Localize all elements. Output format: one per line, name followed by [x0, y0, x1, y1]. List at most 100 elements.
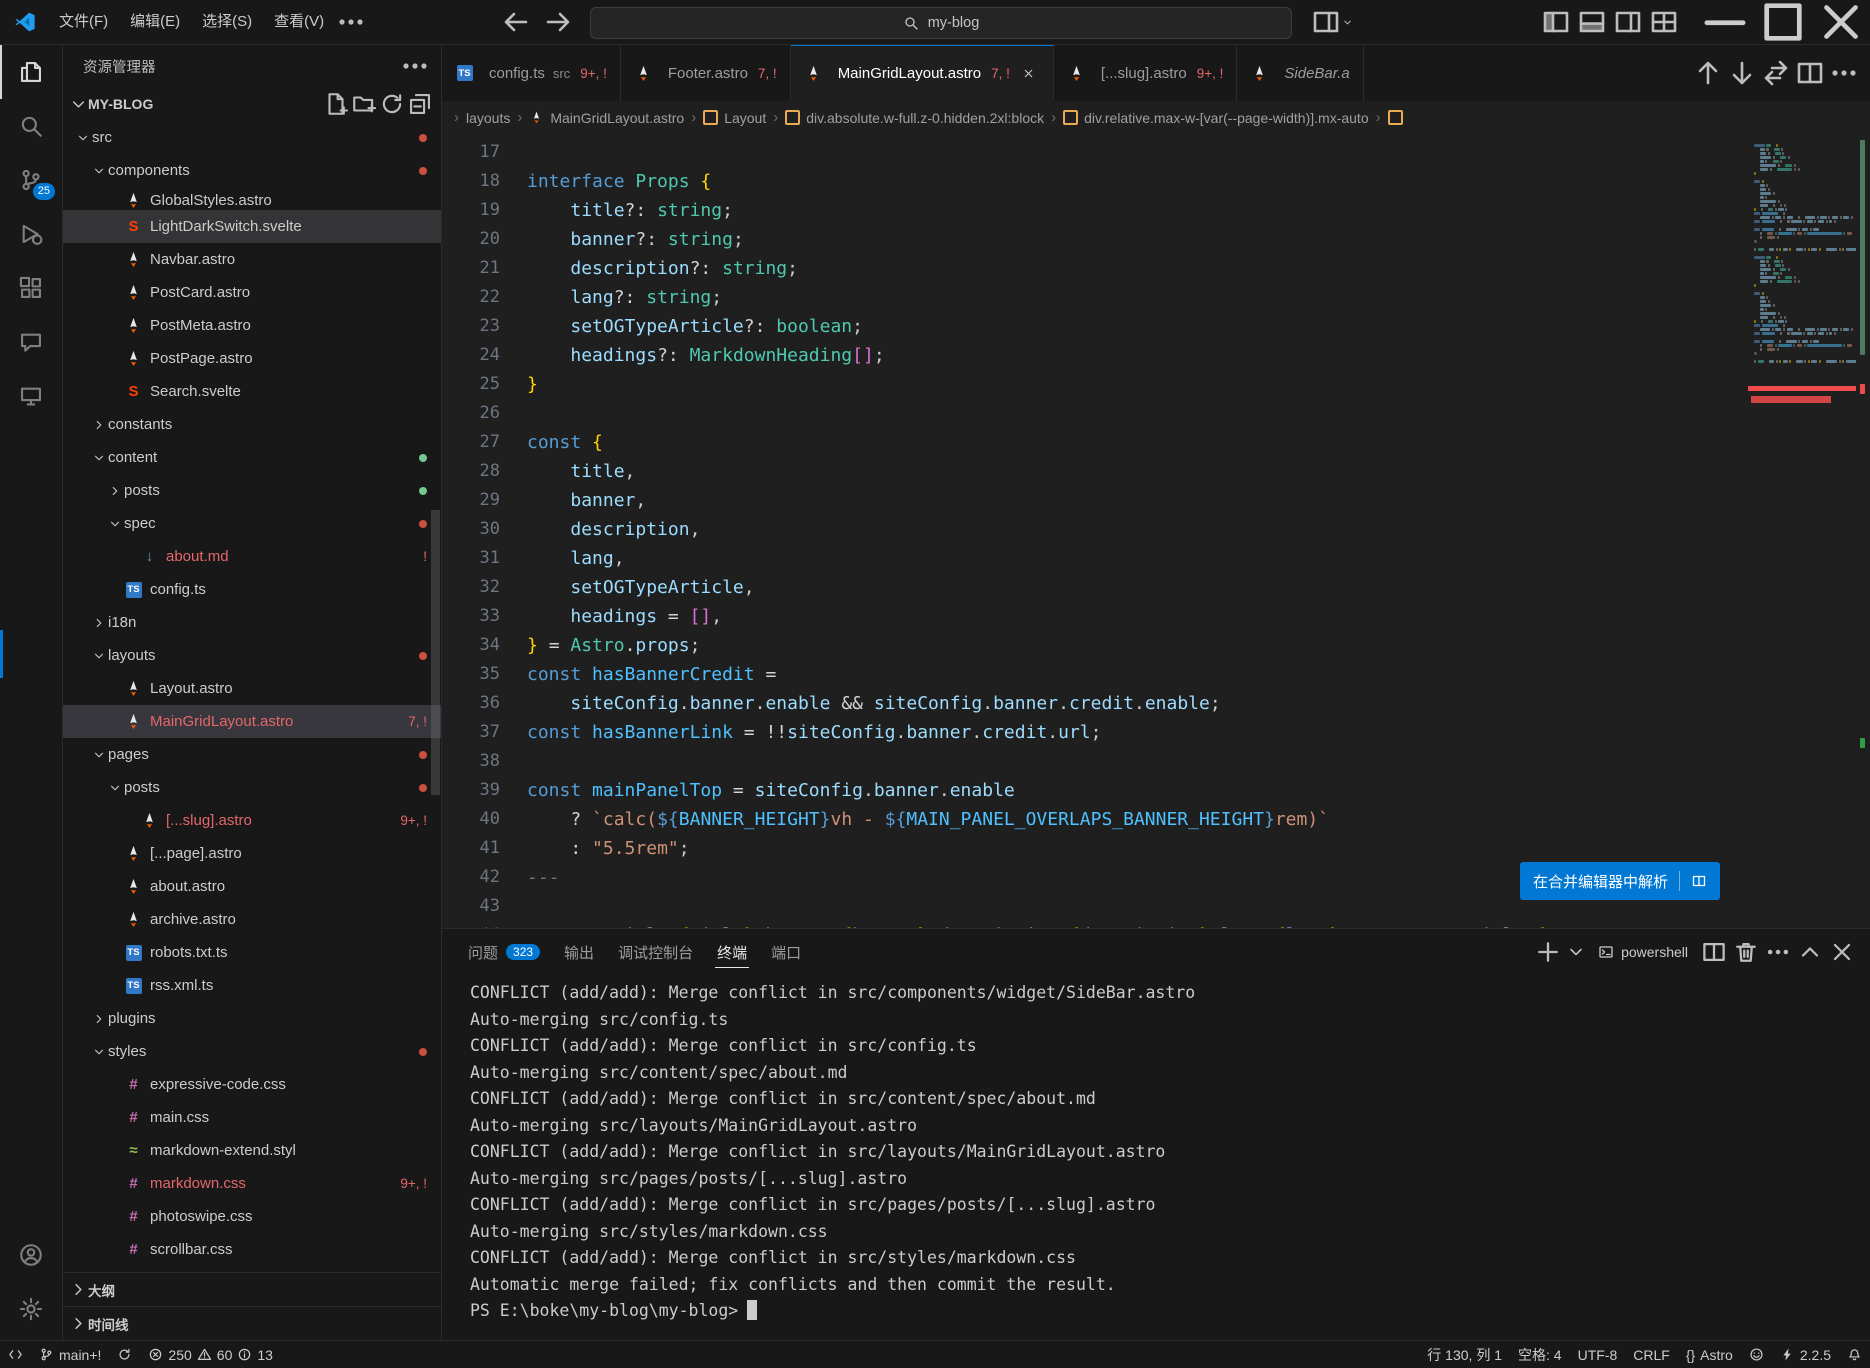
sidebar-scrollbar[interactable]	[431, 510, 440, 795]
tree-item-maingridlayout-astro[interactable]: MainGridLayout.astro7, !	[63, 705, 441, 738]
tree-item-main-css[interactable]: #main.css	[63, 1101, 441, 1134]
resolve-in-merge-editor-button[interactable]: 在合并编辑器中解析	[1520, 862, 1720, 900]
cursor-position-item[interactable]: 行 130, 列 1	[1419, 1341, 1510, 1368]
back-button[interactable]	[500, 7, 532, 37]
timeline-section[interactable]: 时间线	[63, 1306, 441, 1340]
menu-item-0[interactable]: 文件(F)	[48, 7, 119, 37]
menu-overflow-button[interactable]	[335, 7, 367, 37]
editor-more-actions-button[interactable]	[1828, 58, 1860, 88]
new-file-button[interactable]	[323, 91, 349, 117]
tree-item-spec[interactable]: spec	[63, 507, 441, 540]
activitybar-chat[interactable]	[0, 315, 62, 369]
problems-item[interactable]: 250 60 13	[140, 1341, 281, 1368]
tree-item-photoswipe-css[interactable]: #photoswipe.css	[63, 1200, 441, 1233]
tree-item-markdown-css[interactable]: #markdown.css9+, !	[63, 1167, 441, 1200]
maximize-panel-button[interactable]	[1796, 938, 1824, 966]
tree-item-rss-xml-ts[interactable]: TSrss.xml.ts	[63, 969, 441, 1002]
collapse-folders-button[interactable]	[407, 91, 433, 117]
panel-tab-3[interactable]: 终端	[705, 929, 759, 975]
close-window-button[interactable]	[1812, 0, 1870, 44]
new-window-dropdown[interactable]	[1310, 7, 1353, 37]
kill-terminal-button[interactable]	[1732, 938, 1760, 966]
toggle-secondary-sidebar-button[interactable]	[1612, 7, 1644, 37]
activitybar-remote-explorer[interactable]	[0, 369, 62, 423]
tree-item-markdown-extend-styl[interactable]: ≈markdown-extend.styl	[63, 1134, 441, 1167]
tree-item-content[interactable]: content	[63, 441, 441, 474]
tree-item-page-astro[interactable]: [...page].astro	[63, 837, 441, 870]
tree-item-postmeta-astro[interactable]: PostMeta.astro	[63, 309, 441, 342]
panel-tab-2[interactable]: 调试控制台	[606, 929, 705, 975]
sidebar-more-actions-button[interactable]	[399, 51, 431, 81]
new-folder-button[interactable]	[351, 91, 377, 117]
tree-item-i18n[interactable]: i18n	[63, 606, 441, 639]
activitybar-settings[interactable]	[0, 1282, 62, 1336]
terminal-profile[interactable]: powershell	[1590, 944, 1696, 960]
menu-item-3[interactable]: 查看(V)	[263, 7, 335, 37]
forward-button[interactable]	[542, 7, 574, 37]
maximize-button[interactable]	[1754, 0, 1812, 44]
editor-tab-maingridlayout-astro[interactable]: MainGridLayout.astro7, !	[791, 45, 1054, 101]
activitybar-explorer[interactable]	[0, 45, 62, 99]
activitybar-search[interactable]	[0, 99, 62, 153]
breadcrumb-item[interactable]: div.relative.max-w-[var(--page-width)].m…	[1063, 110, 1368, 126]
tree-item-plugins[interactable]: plugins	[63, 1002, 441, 1035]
tree-item-components[interactable]: components	[63, 154, 441, 187]
split-editor-button[interactable]	[1794, 58, 1826, 88]
encoding-item[interactable]: UTF-8	[1570, 1341, 1626, 1368]
activitybar-run-debug[interactable]	[0, 207, 62, 261]
eol-item[interactable]: CRLF	[1625, 1341, 1678, 1368]
panel-tab-0[interactable]: 问题323	[456, 929, 552, 975]
tree-item-archive-astro[interactable]: archive.astro	[63, 903, 441, 936]
activitybar-source-control[interactable]: 25	[0, 153, 62, 207]
tree-item-layout-astro[interactable]: Layout.astro	[63, 672, 441, 705]
tree-item-globalstyles-astro[interactable]: GlobalStyles.astro	[63, 187, 441, 210]
outline-section[interactable]: 大纲	[63, 1272, 441, 1306]
new-terminal-button[interactable]	[1534, 938, 1562, 966]
extension-version-item[interactable]: 2.2.5	[1772, 1341, 1839, 1368]
minimap[interactable]	[1748, 134, 1856, 928]
breadcrumb-item[interactable]: Layout	[703, 110, 766, 126]
remote-indicator[interactable]	[0, 1341, 31, 1368]
close-tab-button[interactable]	[1018, 62, 1040, 84]
tree-item-expressive-code-css[interactable]: #expressive-code.css	[63, 1068, 441, 1101]
terminal-output[interactable]: CONFLICT (add/add): Merge conflict in sr…	[442, 975, 1870, 1340]
close-panel-button[interactable]	[1828, 938, 1856, 966]
tree-item-scrollbar-css[interactable]: #scrollbar.css	[63, 1233, 441, 1266]
search-box[interactable]: my-blog	[590, 7, 1292, 39]
editor-tab-config-ts[interactable]: TSconfig.tssrc9+, !	[442, 45, 621, 101]
customize-layout-button[interactable]	[1648, 7, 1680, 37]
code-editor[interactable]: 1718interface Props {19 title?: string;2…	[442, 134, 1870, 928]
tree-item-src[interactable]: src	[63, 121, 441, 154]
project-root-row[interactable]: MY-BLOG	[63, 87, 441, 121]
editor-tab-slug-astro[interactable]: [...slug].astro9+, !	[1054, 45, 1238, 101]
next-change-button[interactable]	[1726, 58, 1758, 88]
compare-changes-button[interactable]	[1760, 58, 1792, 88]
minimize-button[interactable]	[1696, 0, 1754, 44]
previous-change-button[interactable]	[1692, 58, 1724, 88]
tree-item-pages[interactable]: pages	[63, 738, 441, 771]
panel-more-actions-button[interactable]	[1764, 938, 1792, 966]
terminal-dropdown-button[interactable]	[1566, 938, 1586, 966]
panel-tab-4[interactable]: 端口	[759, 929, 813, 975]
menu-item-1[interactable]: 编辑(E)	[119, 7, 191, 37]
copilot-item[interactable]	[1741, 1341, 1772, 1368]
toggle-sidebar-button[interactable]	[1540, 7, 1572, 37]
indentation-item[interactable]: 空格: 4	[1510, 1341, 1570, 1368]
tree-item-config-ts[interactable]: TSconfig.ts	[63, 573, 441, 606]
editor-tab-sidebar-a[interactable]: SideBar.a	[1237, 45, 1363, 101]
notifications-item[interactable]	[1839, 1341, 1870, 1368]
editor-tab-footer-astro[interactable]: Footer.astro7, !	[621, 45, 791, 101]
tree-item-robots-txt-ts[interactable]: TSrobots.txt.ts	[63, 936, 441, 969]
activitybar-account[interactable]	[0, 1228, 62, 1282]
toggle-panel-button[interactable]	[1576, 7, 1608, 37]
sync-changes-item[interactable]	[109, 1341, 140, 1368]
tree-item-layouts[interactable]: layouts	[63, 639, 441, 672]
split-terminal-button[interactable]	[1700, 938, 1728, 966]
tree-item-posts[interactable]: posts	[63, 771, 441, 804]
tree-item-lightdarkswitch-svelte[interactable]: SLightDarkSwitch.svelte	[63, 210, 441, 243]
tree-item-posts[interactable]: posts	[63, 474, 441, 507]
breadcrumb-item[interactable]: layouts	[466, 110, 510, 126]
tree-item-constants[interactable]: constants	[63, 408, 441, 441]
tree-item-slug-astro[interactable]: [...slug].astro9+, !	[63, 804, 441, 837]
language-mode-item[interactable]: {} Astro	[1678, 1341, 1741, 1368]
